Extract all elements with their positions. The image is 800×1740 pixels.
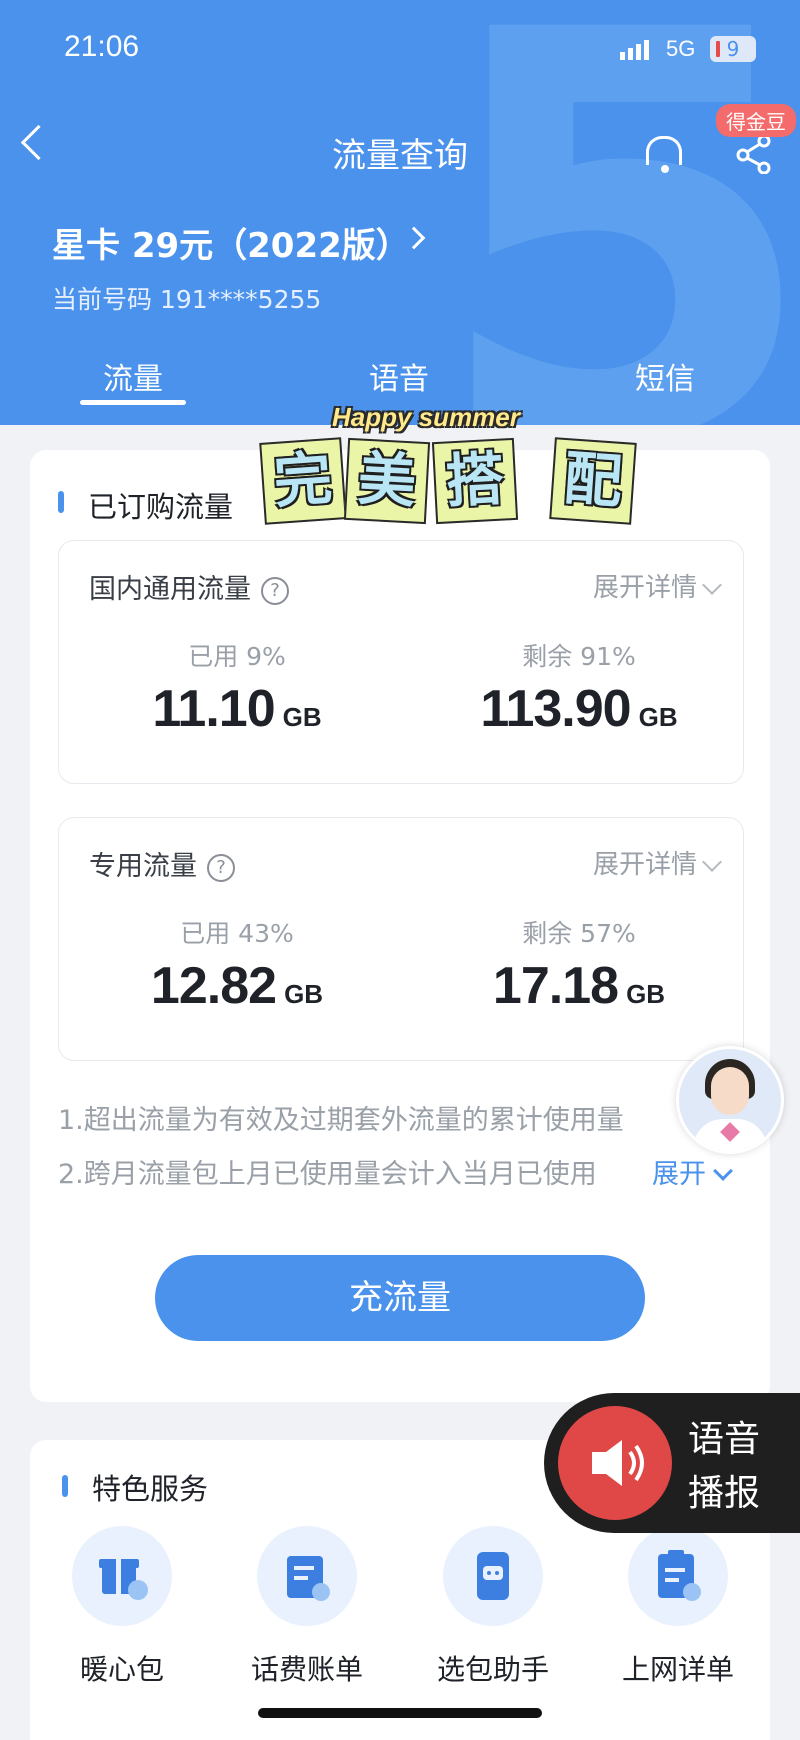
- general-data-box: 国内通用流量? 展开详情 已用 9% 11.10 GB 剩余 91% 113.90…: [58, 540, 744, 784]
- service-label: 选包助手: [436, 1653, 549, 1686]
- chevron-down-icon: [702, 575, 722, 595]
- customer-service-icon[interactable]: [646, 136, 682, 173]
- section-marker: [58, 491, 64, 513]
- gold-bean-badge[interactable]: 得金豆: [716, 104, 796, 137]
- used-label: 已用 43%: [180, 919, 294, 948]
- used-label: 已用 9%: [188, 642, 286, 671]
- battery-icon: 9: [710, 36, 756, 62]
- service-warm-pack[interactable]: 暖心包: [42, 1526, 202, 1688]
- home-indicator[interactable]: [258, 1708, 542, 1718]
- service-bill[interactable]: 话费账单: [227, 1526, 387, 1688]
- remain-value: 113.90 GB: [480, 680, 678, 738]
- sticker-char: 完: [259, 437, 347, 525]
- note-2: 2.跨月流量包上月已使用量会计入当月已使用: [58, 1159, 597, 1190]
- voice-broadcast-label: 语音 播报: [688, 1419, 761, 1514]
- assistant-avatar[interactable]: [676, 1046, 784, 1154]
- status-time: 21:06: [64, 30, 140, 63]
- dedicated-data-box: 专用流量? 展开详情 已用 43% 12.82 GB 剩余 57% 17.18 GB: [58, 817, 744, 1061]
- chevron-down-icon: [702, 852, 722, 872]
- notes-expand-link[interactable]: 展开: [652, 1152, 733, 1191]
- service-label: 话费账单: [250, 1653, 363, 1686]
- chevron-down-icon: [713, 1161, 733, 1181]
- sticker-subtitle: Happy summer: [332, 402, 520, 432]
- remain-label: 剩余 91%: [522, 642, 636, 671]
- sticker-char: 搭: [431, 437, 519, 525]
- used-value: 12.82 GB: [150, 957, 324, 1015]
- tab-data[interactable]: 流量: [80, 354, 186, 398]
- help-icon[interactable]: ?: [207, 853, 235, 882]
- voice-broadcast-button[interactable]: 语音 播报: [544, 1393, 800, 1533]
- bill-icon: [257, 1526, 357, 1626]
- note-1: 1.超出流量为有效及过期套外流量的累计使用量: [58, 1105, 624, 1136]
- section-marker: [62, 1475, 68, 1497]
- used-value: 11.10 GB: [152, 680, 322, 738]
- dedicated-data-title: 专用流量?: [89, 844, 235, 883]
- share-icon[interactable]: [736, 134, 772, 174]
- phone-robot-icon: [443, 1526, 543, 1626]
- remain-label: 剩余 57%: [522, 919, 636, 948]
- network-type: 5G: [666, 36, 696, 61]
- tab-indicator: [80, 400, 186, 405]
- current-number: 当前号码 191****5255: [52, 285, 322, 314]
- expand-details-dedicated[interactable]: 展开详情: [593, 844, 722, 881]
- tab-sms[interactable]: 短信: [612, 354, 718, 398]
- recharge-data-button[interactable]: 充流量: [155, 1255, 645, 1341]
- service-label: 暖心包: [79, 1653, 164, 1686]
- plan-name[interactable]: 星卡 29元（2022版）: [52, 218, 410, 267]
- general-data-title: 国内通用流量?: [89, 567, 289, 606]
- expand-details-general[interactable]: 展开详情: [593, 567, 722, 604]
- section-title-purchased: 已订购流量: [88, 490, 234, 524]
- gift-icon: [72, 1526, 172, 1626]
- signal-icon: [620, 40, 652, 60]
- clipboard-icon: [628, 1526, 728, 1626]
- tab-voice[interactable]: 语音: [346, 354, 452, 398]
- sticker-char: 美: [343, 437, 431, 525]
- speaker-icon: [558, 1406, 672, 1520]
- service-label: 上网详单: [621, 1653, 734, 1686]
- service-plan-helper[interactable]: 选包助手: [413, 1526, 573, 1688]
- section-title-services: 特色服务: [92, 1472, 209, 1506]
- header-banner: 5G 21:06 5G 9 流量查询 得金豆 星卡 29元（2022版） 当前号…: [0, 0, 800, 425]
- sticker-char: 配: [549, 437, 637, 525]
- service-data-details[interactable]: 上网详单: [598, 1526, 758, 1688]
- help-icon[interactable]: ?: [261, 576, 289, 605]
- remain-value: 17.18 GB: [492, 957, 666, 1015]
